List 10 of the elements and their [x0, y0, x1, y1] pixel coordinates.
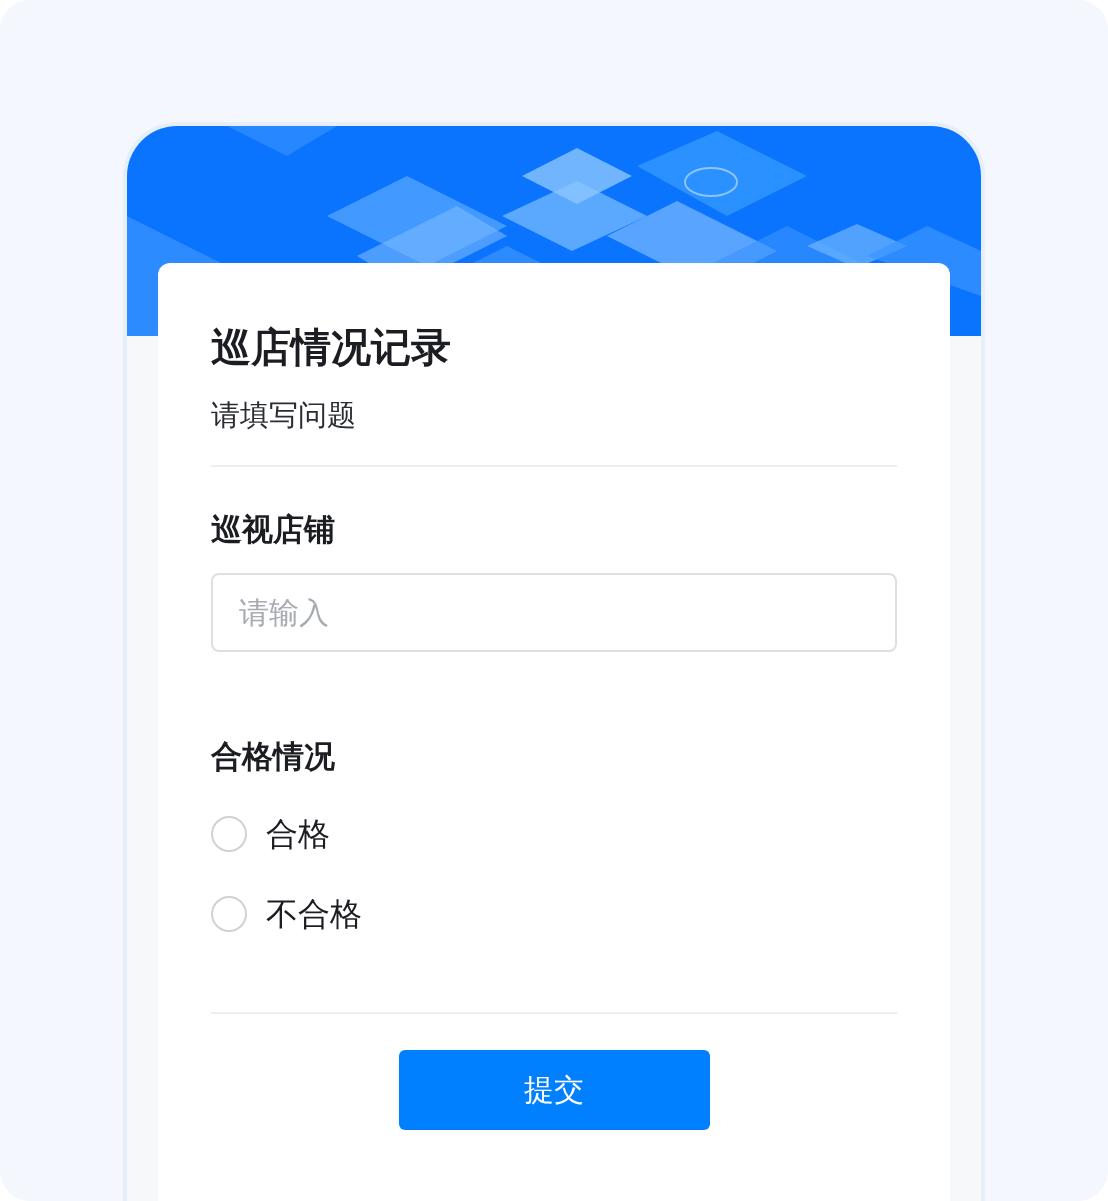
form-subtitle: 请填写问题: [211, 397, 356, 434]
radio-button[interactable]: [211, 896, 247, 932]
submit-button[interactable]: 提交: [398, 1050, 710, 1130]
radio-button[interactable]: [211, 816, 247, 852]
option-label: 合格: [266, 814, 330, 855]
field-label: 巡视店铺: [211, 510, 335, 549]
input-field[interactable]: 请输入: [211, 573, 897, 652]
option-label: 不合格: [266, 894, 362, 935]
form-title: 巡店情况记录: [211, 323, 451, 372]
field-label: 合格情况: [211, 737, 335, 776]
